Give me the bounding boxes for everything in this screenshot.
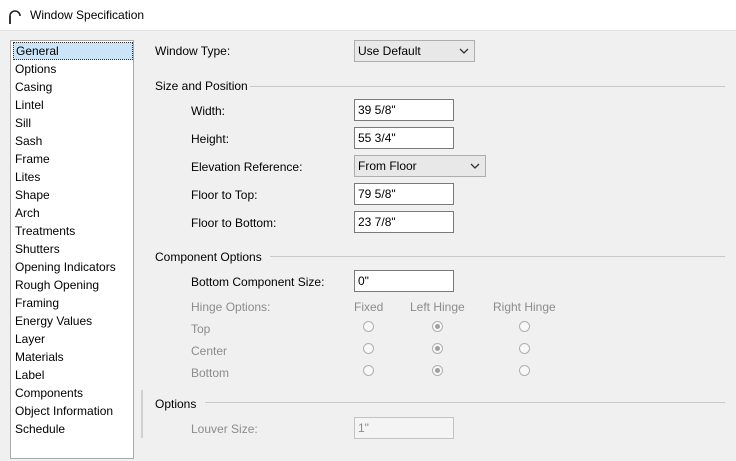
title-bar: Window Specification: [0, 0, 736, 31]
bottom-fixed-radio[interactable]: [363, 365, 374, 376]
floor-to-top-label: Floor to Top:: [191, 188, 258, 202]
sidebar-item-components[interactable]: Components: [13, 384, 85, 402]
height-label: Height:: [191, 132, 230, 146]
floor-to-bottom-label: Floor to Bottom:: [191, 216, 277, 230]
column-right-hinge: Right Hinge: [493, 300, 556, 314]
chevron-down-icon: [459, 48, 469, 54]
elevation-reference-dropdown[interactable]: From Floor: [354, 155, 486, 177]
louver-size-field[interactable]: 1": [354, 417, 454, 439]
section-divider: [270, 256, 725, 257]
sidebar-item-layer[interactable]: Layer: [13, 330, 47, 348]
sidebar-item-materials[interactable]: Materials: [13, 348, 66, 366]
sidebar-item-energy-values[interactable]: Energy Values: [13, 312, 94, 330]
sidebar-item-options[interactable]: Options: [13, 60, 58, 78]
sidebar-item-schedule[interactable]: Schedule: [13, 420, 67, 438]
width-label: Width:: [191, 104, 226, 118]
hinge-options-label: Hinge Options:: [191, 300, 271, 314]
size-position-heading: Size and Position: [155, 79, 248, 93]
section-divider: [250, 86, 725, 87]
row-bottom-label: Bottom: [191, 366, 230, 380]
sidebar-item-lintel[interactable]: Lintel: [13, 96, 46, 114]
sidebar-item-object-information[interactable]: Object Information: [13, 402, 115, 420]
floor-to-top-field[interactable]: 79 5/8": [354, 183, 454, 205]
height-field[interactable]: 55 3/4": [354, 127, 454, 149]
sidebar-item-framing[interactable]: Framing: [13, 294, 61, 312]
sidebar-item-opening-indicators[interactable]: Opening Indicators: [13, 258, 118, 276]
sidebar-item-sill[interactable]: Sill: [13, 114, 33, 132]
width-field[interactable]: 39 5/8": [354, 99, 454, 121]
floor-to-bottom-field[interactable]: 23 7/8": [354, 211, 454, 233]
sidebar-item-treatments[interactable]: Treatments: [13, 222, 77, 240]
center-fixed-radio[interactable]: [363, 343, 374, 354]
row-center-label: Center: [191, 344, 228, 358]
sidebar-item-rough-opening[interactable]: Rough Opening: [13, 276, 101, 294]
window-type-dropdown[interactable]: Use Default: [354, 40, 475, 62]
sidebar-item-shutters[interactable]: Shutters: [13, 240, 62, 258]
top-fixed-radio[interactable]: [363, 321, 374, 332]
sidebar-item-arch[interactable]: Arch: [13, 204, 42, 222]
elevation-reference-label: Elevation Reference:: [191, 160, 303, 174]
row-top-label: Top: [191, 322, 211, 336]
center-left-hinge-radio[interactable]: [432, 343, 443, 354]
sidebar-item-sash[interactable]: Sash: [13, 132, 44, 150]
sidebar-item-general[interactable]: General: [13, 42, 133, 60]
arch-window-icon: [9, 10, 21, 24]
bottom-left-hinge-radio[interactable]: [432, 365, 443, 376]
bottom-component-size-label: Bottom Component Size:: [191, 275, 325, 289]
sidebar-item-lites[interactable]: Lites: [13, 168, 42, 186]
chevron-down-icon: [470, 163, 480, 169]
window-type-value: Use Default: [358, 44, 421, 58]
column-left-hinge: Left Hinge: [410, 300, 465, 314]
category-list[interactable]: General Options Casing Lintel Sill Sash …: [10, 40, 134, 459]
bottom-right-hinge-radio[interactable]: [519, 365, 530, 376]
top-left-hinge-radio[interactable]: [432, 321, 443, 332]
sidebar-item-shape[interactable]: Shape: [13, 186, 52, 204]
component-options-heading: Component Options: [155, 250, 262, 264]
sidebar-item-casing[interactable]: Casing: [13, 78, 54, 96]
window-type-label: Window Type:: [155, 44, 231, 58]
sidebar-item-label[interactable]: Label: [13, 366, 46, 384]
center-right-hinge-radio[interactable]: [519, 343, 530, 354]
louver-size-label: Louver Size:: [191, 422, 258, 436]
window-title: Window Specification: [30, 8, 145, 22]
panel-splitter[interactable]: [141, 390, 143, 438]
column-fixed: Fixed: [354, 300, 384, 314]
bottom-component-size-field[interactable]: 0": [354, 270, 454, 292]
top-right-hinge-radio[interactable]: [519, 321, 530, 332]
elevation-reference-value: From Floor: [358, 159, 417, 173]
section-divider: [205, 402, 725, 403]
sidebar-item-frame[interactable]: Frame: [13, 150, 52, 168]
options-heading: Options: [155, 397, 197, 411]
